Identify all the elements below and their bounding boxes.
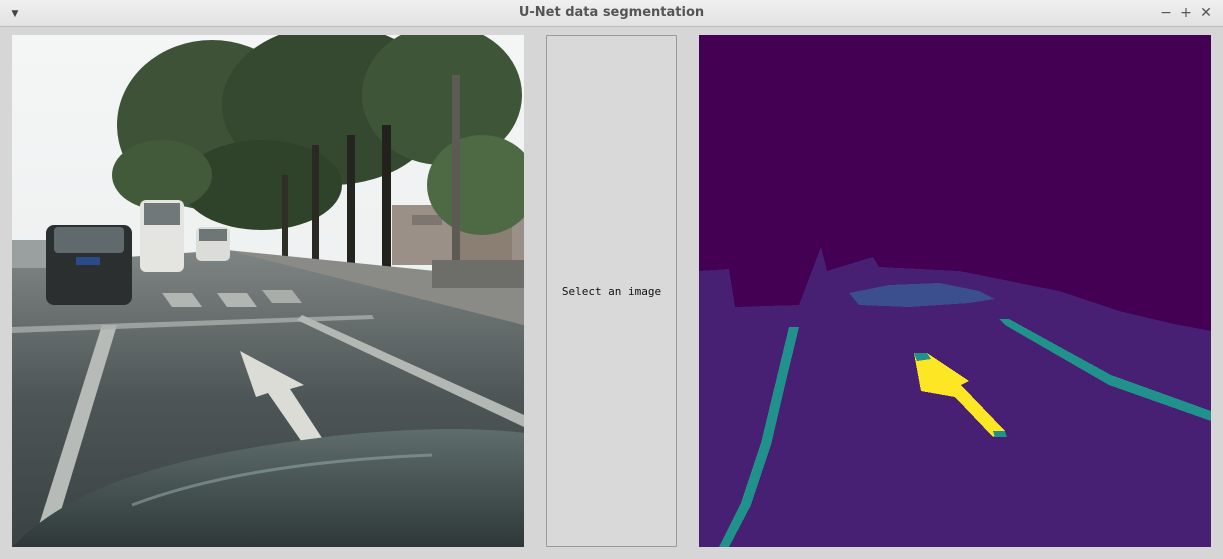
- segmentation-output: [699, 35, 1211, 547]
- close-button[interactable]: ✕: [1197, 4, 1215, 22]
- window-title: U-Net data segmentation: [518, 5, 705, 20]
- title-bar: ▼ U-Net data segmentation − + ✕: [0, 0, 1223, 27]
- select-image-button[interactable]: Select an image: [546, 35, 677, 547]
- input-image: [12, 35, 524, 547]
- maximize-button[interactable]: +: [1177, 4, 1195, 22]
- minimize-button[interactable]: −: [1157, 4, 1175, 22]
